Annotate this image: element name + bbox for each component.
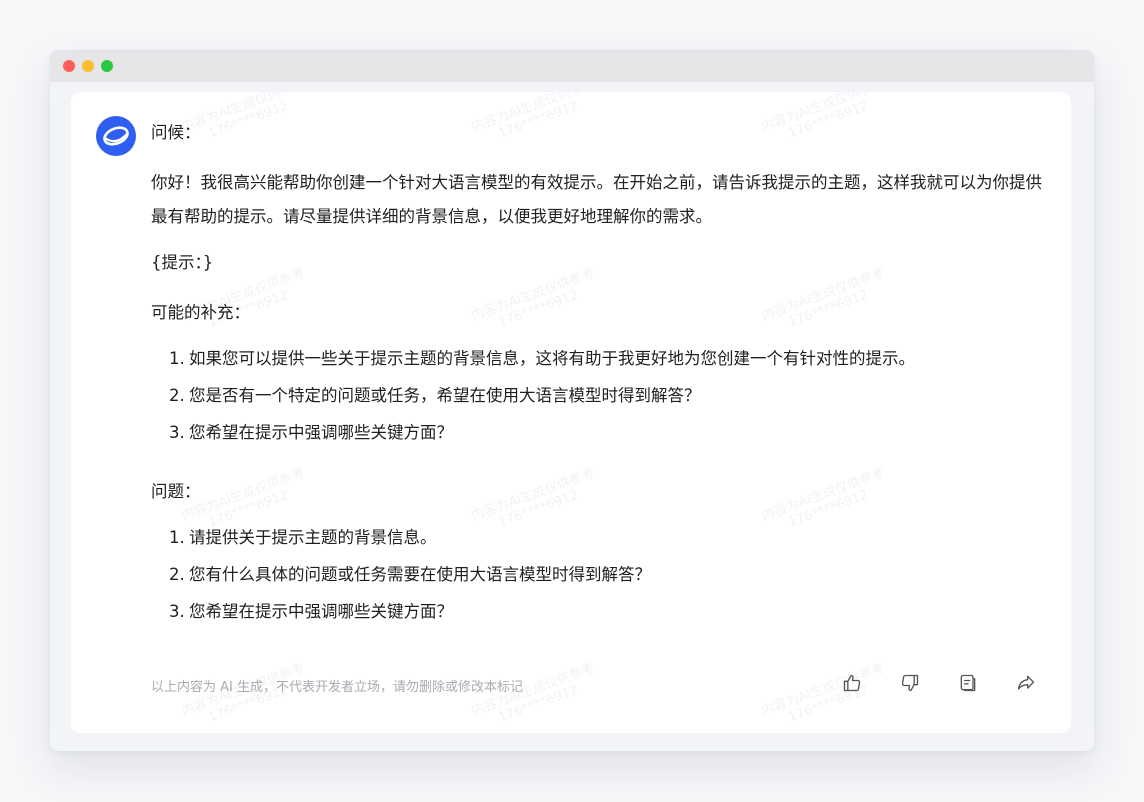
- thumbs-up-icon[interactable]: [841, 672, 863, 694]
- thumbs-down-icon[interactable]: [899, 672, 921, 694]
- list-item: 2. 您有什么具体的问题或任务需要在使用大语言模型时得到解答？: [169, 565, 651, 584]
- hint-text: {提示：}: [151, 253, 214, 272]
- share-icon[interactable]: [1015, 672, 1037, 694]
- supplement-list: 1. 如果您可以提供一些关于提示主题的背景信息，这将有助于我更好地为您创建一个有针…: [151, 346, 1051, 457]
- app-window: 内容为AI生成仅供参考 176****6912 内容为AI生成仅供参考 176***…: [50, 50, 1094, 751]
- title-bar: [50, 50, 1094, 82]
- minimize-window-button[interactable]: [82, 60, 94, 72]
- copy-icon[interactable]: [957, 672, 979, 694]
- assistant-logo-icon: [96, 116, 136, 156]
- watermark: 内容为AI生成仅供参考 176****6912: [179, 660, 307, 726]
- message-actions: [841, 672, 1037, 694]
- greeting-title: 问候：: [151, 123, 201, 142]
- message-content: 问候： 你好！我很高兴能帮助你创建一个针对大语言模型的有效提示。在开始之前，请告…: [151, 120, 1051, 658]
- watermark: 内容为AI生成仅供参考 176****6912: [469, 660, 597, 726]
- maximize-window-button[interactable]: [101, 60, 113, 72]
- close-window-button[interactable]: [63, 60, 75, 72]
- questions-list: 1. 请提供关于提示主题的背景信息。 2. 您有什么具体的问题或任务需要在使用大语言…: [151, 525, 1051, 636]
- supplement-title: 可能的补充：: [151, 303, 250, 322]
- list-item: 1. 请提供关于提示主题的背景信息。: [169, 528, 437, 547]
- list-item: 3. 您希望在提示中强调哪些关键方面？: [169, 423, 453, 442]
- questions-title: 问题：: [151, 482, 201, 501]
- ai-disclaimer: 以上内容为 AI 生成，不代表开发者立场，请勿删除或修改本标记: [151, 680, 523, 695]
- list-item: 3. 您希望在提示中强调哪些关键方面？: [169, 602, 453, 621]
- chat-message-card: 内容为AI生成仅供参考 176****6912 内容为AI生成仅供参考 176***…: [71, 92, 1071, 733]
- list-item: 1. 如果您可以提供一些关于提示主题的背景信息，这将有助于我更好地为您创建一个有针…: [169, 349, 915, 368]
- greeting-body: 你好！我很高兴能帮助你创建一个针对大语言模型的有效提示。在开始之前，请告诉我提示…: [151, 173, 1042, 226]
- list-item: 2. 您是否有一个特定的问题或任务，希望在使用大语言模型时得到解答？: [169, 386, 701, 405]
